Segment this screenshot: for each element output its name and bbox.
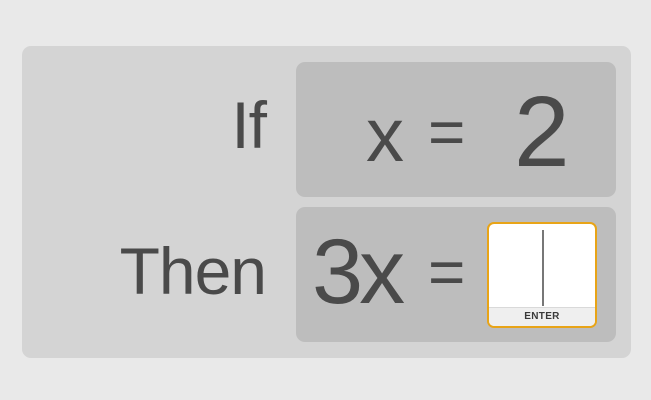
then-label: Then bbox=[119, 234, 267, 308]
answer-input-box[interactable]: ENTER bbox=[487, 222, 597, 328]
given-variable: x bbox=[366, 93, 404, 178]
enter-button[interactable]: ENTER bbox=[489, 307, 595, 326]
if-label: If bbox=[231, 88, 267, 162]
given-equals-sign: = bbox=[428, 96, 466, 168]
question-expression: 3x bbox=[312, 221, 405, 323]
text-cursor bbox=[542, 230, 544, 306]
given-value: 2 bbox=[514, 76, 570, 188]
question-equals-sign: = bbox=[428, 236, 466, 308]
